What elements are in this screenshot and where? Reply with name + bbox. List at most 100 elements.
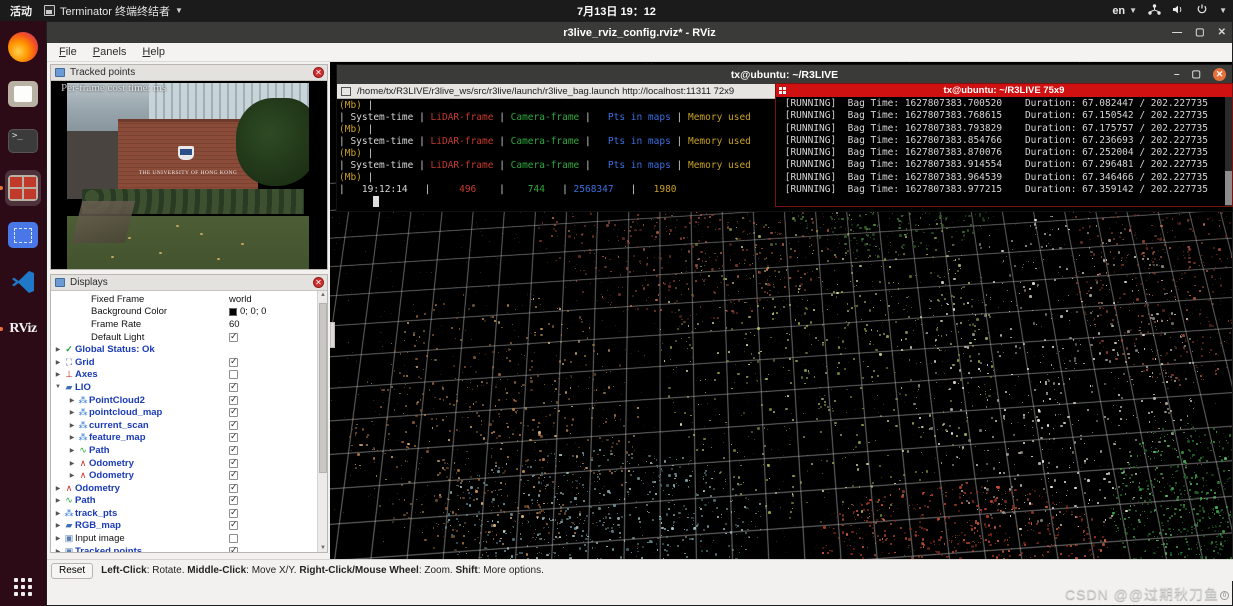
- display-item-enabled[interactable]: [229, 406, 238, 418]
- app-menu-button[interactable]: Terminator 终端终结者 ▼: [44, 3, 183, 19]
- checkbox[interactable]: [229, 444, 238, 455]
- property-value[interactable]: [229, 331, 238, 342]
- checkbox[interactable]: [229, 419, 238, 430]
- dock-item-terminal[interactable]: >_: [5, 123, 41, 159]
- display-item-current-scan[interactable]: ▶ ⁂ current_scan: [51, 419, 317, 432]
- chevron-right-icon[interactable]: ▶: [53, 346, 63, 353]
- menu-help[interactable]: Help: [142, 46, 165, 58]
- chevron-right-icon[interactable]: ▶: [53, 359, 63, 366]
- property-value[interactable]: 0; 0; 0: [229, 306, 266, 317]
- dock-item-vscode[interactable]: [5, 264, 41, 300]
- checkbox[interactable]: [229, 457, 238, 468]
- chevron-right-icon[interactable]: ▶: [67, 397, 77, 404]
- display-item-pointcloud2[interactable]: ▶ ⁂ PointCloud2: [51, 394, 317, 407]
- property-value[interactable]: world: [229, 294, 252, 305]
- chevron-right-icon[interactable]: ▶: [67, 409, 77, 416]
- display-item-enabled[interactable]: [229, 370, 238, 380]
- display-item-enabled[interactable]: [229, 419, 238, 430]
- display-item-enabled[interactable]: [229, 457, 238, 468]
- display-item-rgb-map[interactable]: ▶ ▰ RGB_map: [51, 519, 317, 533]
- dock-item-rviz[interactable]: RViz: [0, 311, 41, 347]
- property-row[interactable]: Default Light: [51, 331, 317, 344]
- display-item-enabled[interactable]: [229, 381, 238, 392]
- display-item-grid[interactable]: ▶ ⛶ Grid: [51, 356, 317, 369]
- chevron-down-icon[interactable]: ▼: [53, 384, 63, 390]
- close-icon[interactable]: ✕: [313, 67, 324, 78]
- display-item-enabled[interactable]: [229, 519, 238, 531]
- network-icon[interactable]: [1148, 3, 1161, 18]
- chevron-down-icon[interactable]: ▼: [1219, 6, 1227, 15]
- menu-file[interactable]: File: [59, 46, 77, 58]
- checkbox[interactable]: [229, 507, 238, 518]
- display-item-tracked-points[interactable]: ▶ ▣ Tracked points: [51, 545, 317, 552]
- display-item-axes[interactable]: ▶ ⊥ Axes: [51, 369, 317, 382]
- display-item-lio[interactable]: ▼ ▰ LIO: [51, 381, 317, 394]
- chevron-right-icon[interactable]: ▶: [67, 460, 77, 467]
- reset-button[interactable]: Reset: [51, 562, 94, 579]
- keyboard-layout-indicator[interactable]: en ▼: [1112, 5, 1137, 17]
- rosbag-titlebar[interactable]: tx@ubuntu: ~/R3LIVE 75x9: [776, 84, 1232, 97]
- chevron-right-icon[interactable]: ▶: [53, 548, 63, 552]
- rviz-titlebar[interactable]: r3live_rviz_config.rviz* - RViz — ▢ ✕: [47, 22, 1232, 43]
- display-item-enabled[interactable]: [229, 494, 238, 506]
- display-item-enabled[interactable]: [229, 545, 238, 552]
- chevron-right-icon[interactable]: ▶: [67, 422, 77, 429]
- checkbox[interactable]: [229, 469, 238, 481]
- volume-icon[interactable]: [1172, 4, 1185, 18]
- display-item-path[interactable]: ▶ ∿ Path: [51, 444, 317, 457]
- property-row[interactable]: Background Color 0; 0; 0: [51, 306, 317, 319]
- displays-scrollbar[interactable]: ▲ ▼: [317, 291, 327, 552]
- checkbox[interactable]: [229, 370, 238, 380]
- show-applications-button[interactable]: [14, 578, 32, 596]
- checkbox[interactable]: [229, 406, 238, 418]
- display-item-odometry[interactable]: ▶ ∧ Odometry: [51, 469, 317, 482]
- activities-button[interactable]: 活动: [0, 3, 44, 19]
- scroll-up-icon[interactable]: ▲: [320, 292, 326, 298]
- tracked-points-image-view[interactable]: THE UNIVERSITY OF HONG KONG Per-frame co…: [51, 81, 327, 269]
- scroll-down-icon[interactable]: ▼: [320, 545, 326, 551]
- display-item-enabled[interactable]: [229, 507, 238, 518]
- display-item-odometry[interactable]: ▶ ∧ Odometry: [51, 457, 317, 470]
- minimize-icon[interactable]: –: [1174, 69, 1180, 80]
- chevron-right-icon[interactable]: ▶: [53, 371, 63, 378]
- display-item-feature-map[interactable]: ▶ ⁂ feature_map: [51, 431, 317, 445]
- close-icon[interactable]: ✕: [1213, 68, 1226, 81]
- checkbox[interactable]: [229, 356, 238, 367]
- minimize-icon[interactable]: —: [1172, 27, 1182, 38]
- chevron-right-icon[interactable]: ▶: [53, 497, 63, 504]
- maximize-icon[interactable]: ▢: [1192, 69, 1201, 80]
- dock-item-files[interactable]: [5, 76, 41, 112]
- chevron-right-icon[interactable]: ▶: [67, 472, 77, 479]
- checkbox[interactable]: [229, 331, 238, 342]
- checkbox[interactable]: [229, 519, 238, 531]
- checkbox[interactable]: [229, 482, 238, 493]
- display-item-enabled[interactable]: [229, 431, 238, 443]
- display-item-global-status-ok[interactable]: ▶ ✓ Global Status: Ok: [51, 343, 317, 356]
- chevron-right-icon[interactable]: ▶: [53, 510, 63, 517]
- display-item-odometry[interactable]: ▶ ∧ Odometry: [51, 482, 317, 495]
- display-item-enabled[interactable]: [229, 469, 238, 481]
- scrollbar-thumb[interactable]: [319, 303, 327, 473]
- dock-item-firefox[interactable]: [5, 29, 41, 65]
- terminator-titlebar[interactable]: tx@ubuntu: ~/R3LIVE – ▢ ✕: [337, 65, 1232, 84]
- close-icon[interactable]: ✕: [1218, 27, 1226, 38]
- clock[interactable]: 7月13日 19：12: [0, 3, 1233, 19]
- dock-item-terminator[interactable]: [0, 170, 41, 206]
- chevron-right-icon[interactable]: ▶: [53, 535, 63, 542]
- maximize-icon[interactable]: ▢: [1195, 27, 1204, 38]
- chevron-right-icon[interactable]: ▶: [67, 447, 77, 454]
- chevron-right-icon[interactable]: ▶: [67, 434, 77, 441]
- display-item-enabled[interactable]: [229, 356, 238, 367]
- checkbox[interactable]: [229, 494, 238, 506]
- panel-splitter-handle[interactable]: [330, 321, 335, 348]
- display-item-track-pts[interactable]: ▶ ⁂ track_pts: [51, 507, 317, 520]
- display-item-path[interactable]: ▶ ∿ Path: [51, 494, 317, 508]
- checkbox[interactable]: [229, 431, 238, 443]
- display-item-enabled[interactable]: [229, 394, 238, 405]
- display-item-enabled[interactable]: [229, 482, 238, 493]
- checkbox[interactable]: [229, 394, 238, 405]
- property-row[interactable]: Frame Rate 60: [51, 318, 317, 331]
- scrollbar-thumb[interactable]: [1225, 171, 1232, 205]
- menu-panels[interactable]: Panels: [93, 46, 127, 58]
- checkbox[interactable]: [229, 545, 238, 552]
